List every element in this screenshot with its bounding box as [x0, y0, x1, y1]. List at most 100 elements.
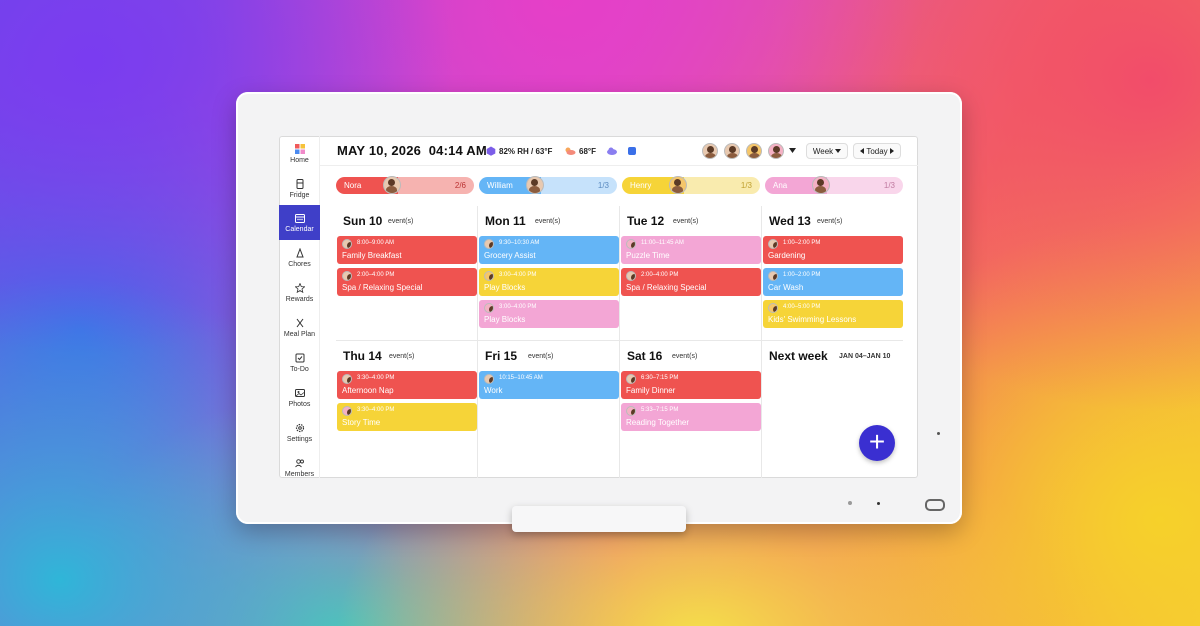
day-title: Wed 13: [769, 214, 811, 228]
avatar: [626, 374, 636, 384]
event-card[interactable]: 3:30–4:00 PM Afternoon Nap: [337, 371, 477, 399]
utensils-icon: [296, 318, 303, 327]
event-card[interactable]: 11:00–11:45 AM Puzzle Time: [621, 236, 761, 264]
sidebar-item-fridge[interactable]: Fridge: [279, 171, 320, 206]
sidebar-item-chores[interactable]: Chores: [279, 240, 320, 275]
event-title: Play Blocks: [484, 315, 526, 324]
current-date: MAY 10, 2026: [337, 143, 422, 158]
day-title: Mon 11: [485, 214, 526, 228]
day-cell-fri-15[interactable]: Fri 15 event(s) 10:15–10:45 AM Work: [478, 341, 620, 478]
event-time: 6:30–7:15 PM: [641, 375, 679, 381]
member-name: Nora: [344, 181, 362, 190]
event-time: 3:00–4:00 PM: [499, 272, 537, 278]
event-card[interactable]: 3:00–4:00 PM Play Blocks: [479, 300, 619, 328]
calendar-icon: [294, 213, 305, 223]
event-card[interactable]: 5:33–7:15 PM Reading Together: [621, 403, 761, 431]
sidebar-item-label: To-Do: [290, 365, 309, 373]
sidebar-item-settings[interactable]: Settings: [279, 415, 320, 450]
event-card[interactable]: 1:00–2:00 PM Gardening: [763, 236, 903, 264]
sidebar-item-photos[interactable]: Photos: [279, 380, 320, 415]
event-card[interactable]: 9:30–10:30 AM Grocery Assist: [479, 236, 619, 264]
event-card[interactable]: 3:00–4:00 PM Play Blocks: [479, 268, 619, 296]
event-title: Story Time: [342, 418, 381, 427]
photos-icon: [294, 388, 305, 397]
day-cell-mon-11[interactable]: Mon 11 event(s) 9:30–10:30 AM Grocery As…: [478, 206, 620, 341]
event-title: Spa / Relaxing Special: [342, 283, 423, 292]
cloud-icon: [607, 147, 617, 155]
event-card[interactable]: 8:00–9:00 AM Family Breakfast: [337, 236, 477, 264]
member-pill-ana[interactable]: Ana 1/3: [765, 176, 903, 194]
event-title: Family Breakfast: [342, 251, 402, 260]
next-week-range: JAN 04–JAN 10: [839, 353, 891, 360]
member-pill-henry[interactable]: Henry 1/3: [622, 176, 760, 194]
today-button[interactable]: Today: [853, 143, 901, 159]
day-title: Sun 10: [343, 214, 383, 228]
member-pill-nora[interactable]: Nora 2/6: [336, 176, 474, 194]
member-name: William: [487, 181, 513, 190]
sidebar-item-label: Meal Plan: [283, 330, 316, 338]
event-title: Work: [484, 386, 503, 395]
chevron-left-icon[interactable]: [860, 148, 865, 154]
hardware-button[interactable]: [925, 499, 945, 511]
fridge-icon: [296, 178, 303, 189]
gear-icon: [295, 423, 304, 432]
sidebar-item-label: Photos: [288, 400, 311, 408]
day-cell-wed-13[interactable]: Wed 13 event(s) 1:00–2:00 PM Gardening 1…: [762, 206, 903, 341]
event-card[interactable]: 4:00–5:00 PM Kids' Swimming Lessons: [763, 300, 903, 328]
sidebar-item-label: Calendar: [285, 225, 314, 233]
member-count: 2/6: [454, 181, 466, 190]
sidebar-item-calendar[interactable]: Calendar: [279, 205, 320, 240]
avatar[interactable]: [724, 143, 740, 159]
day-title: Tue 12: [627, 214, 665, 228]
day-cell-sat-16[interactable]: Sat 16 event(s) 6:30–7:15 PM Family Dinn…: [620, 341, 762, 478]
day-event-count: event(s): [528, 353, 554, 360]
sidebar-item-home[interactable]: Home: [279, 136, 320, 171]
humidity-icon: [486, 146, 496, 156]
member-count: 1/3: [597, 181, 609, 190]
day-cell-tue-12[interactable]: Tue 12 event(s) 11:00–11:45 AM Puzzle Ti…: [620, 206, 762, 341]
sidebar-item-label: Chores: [288, 260, 311, 268]
event-card[interactable]: 3:30–4:00 PM Story Time: [337, 403, 477, 431]
event-title: Play Blocks: [484, 283, 526, 292]
event-card[interactable]: 6:30–7:15 PM Family Dinner: [621, 371, 761, 399]
event-time: 3:00–4:00 PM: [499, 304, 537, 310]
event-card[interactable]: 2:00–4:00 PM Spa / Relaxing Special: [337, 268, 477, 296]
chevron-down-icon[interactable]: [789, 148, 796, 153]
sidebar-item-to-do[interactable]: To-Do: [279, 345, 320, 380]
event-card[interactable]: 1:00–2:00 PM Car Wash: [763, 268, 903, 296]
event-time: 11:00–11:45 AM: [641, 240, 684, 246]
sidebar-item-meal-plan[interactable]: Meal Plan: [279, 310, 320, 345]
sidebar-item-rewards[interactable]: Rewards: [279, 275, 320, 310]
day-cell-thu-14[interactable]: Thu 14 event(s) 3:30–4:00 PM Afternoon N…: [336, 341, 478, 478]
event-card[interactable]: 10:15–10:45 AM Work: [479, 371, 619, 399]
event-time: 1:00–2:00 PM: [783, 272, 821, 278]
event-card[interactable]: 2:00–4:00 PM Spa / Relaxing Special: [621, 268, 761, 296]
avatar[interactable]: [768, 143, 784, 159]
avatar: [342, 374, 352, 384]
sensor-dot: [877, 502, 880, 505]
day-cell-sun-10[interactable]: Sun 10 event(s) 8:00–9:00 AM Family Brea…: [336, 206, 478, 341]
avatar[interactable]: [702, 143, 718, 159]
avatar: [626, 239, 636, 249]
chevron-right-icon[interactable]: [889, 148, 894, 154]
member-name: Ana: [773, 181, 788, 190]
day-event-count: event(s): [817, 218, 843, 225]
sensor-dot: [848, 501, 852, 505]
sidebar-item-label: Settings: [286, 435, 313, 443]
week-grid: Sun 10 event(s) 8:00–9:00 AM Family Brea…: [336, 206, 903, 478]
add-event-button[interactable]: +: [859, 425, 895, 461]
sidebar: Home Fridge Calendar Chores Rewards Meal…: [279, 136, 320, 478]
avatar: [484, 239, 494, 249]
day-event-count: event(s): [389, 353, 415, 360]
view-select[interactable]: Week: [806, 143, 848, 159]
member-count: 1/3: [883, 181, 895, 190]
avatar[interactable]: [746, 143, 762, 159]
sidebar-item-members[interactable]: Members: [279, 450, 320, 478]
event-time: 10:15–10:45 AM: [499, 375, 543, 381]
event-time: 9:30–10:30 AM: [499, 240, 540, 246]
avatar: [768, 239, 778, 249]
day-title: Next week: [769, 349, 828, 363]
event-title: Spa / Relaxing Special: [626, 283, 707, 292]
avatar: [342, 406, 352, 416]
member-pill-william[interactable]: William 1/3: [479, 176, 617, 194]
